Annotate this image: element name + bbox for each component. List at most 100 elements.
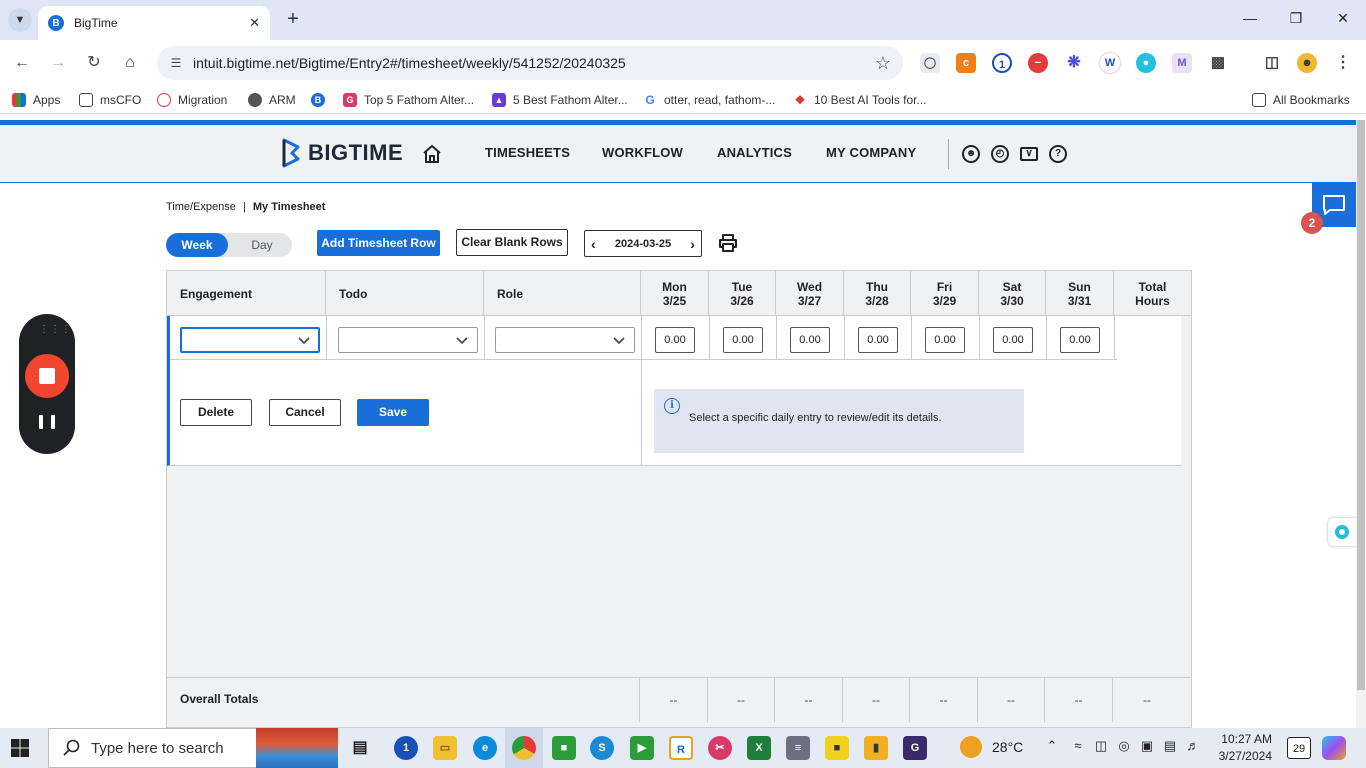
delete-button[interactable]: Delete <box>180 399 252 426</box>
snip-icon[interactable]: ✂ <box>708 736 732 760</box>
week-toggle-option[interactable]: Week <box>166 233 228 257</box>
bookmark-arm[interactable]: ARM <box>248 92 296 108</box>
bookmark-otter[interactable]: G otter, read, fathom-... <box>643 92 775 108</box>
taskbar-clock[interactable]: 10:27 AM 3/27/2024 <box>1210 731 1272 765</box>
file-explorer-icon[interactable]: ▭ <box>433 736 457 760</box>
shield-extension-icon[interactable]: ◯ <box>920 53 940 73</box>
teal-extension-icon[interactable]: ● <box>1136 53 1156 73</box>
orange-extension-icon[interactable]: c <box>956 53 976 73</box>
todo-select[interactable] <box>338 327 478 353</box>
password-manager-icon[interactable]: 1 <box>992 53 1012 73</box>
tab-search-chevron-icon[interactable]: ▼ <box>8 8 32 32</box>
home-icon[interactable]: ⌂ <box>119 52 141 74</box>
extensions-puzzle-icon[interactable]: ▩ <box>1208 53 1228 73</box>
m-extension-icon[interactable]: M <box>1172 53 1192 73</box>
side-panel-icon[interactable]: ◫ <box>1262 53 1282 73</box>
w-extension-icon[interactable]: W <box>1100 53 1120 73</box>
side-assistant-icon[interactable] <box>1328 518 1356 546</box>
nav-timesheets[interactable]: TIMESHEETS <box>485 145 570 160</box>
clock-icon[interactable]: ◴ <box>991 145 1009 163</box>
reload-icon[interactable]: ↻ <box>83 52 105 74</box>
bookmark-5best-fathom[interactable]: ▲ 5 Best Fathom Alter... <box>492 92 628 108</box>
skype-icon[interactable]: S <box>590 736 614 760</box>
hours-input-wed[interactable]: 0.00 <box>790 327 830 353</box>
previous-week-icon[interactable]: ‹ <box>591 236 596 252</box>
chrome-icon[interactable] <box>512 736 536 760</box>
tray-overflow-icon[interactable]: ⌃ <box>1042 738 1062 754</box>
back-icon[interactable]: ← <box>11 52 33 74</box>
breadcrumb-parent[interactable]: Time/Expense <box>166 201 236 213</box>
minimize-icon[interactable]: — <box>1240 10 1260 26</box>
week-start-date[interactable]: 2024-03-25 <box>615 238 671 250</box>
drag-handle-icon[interactable]: ⋮⋮⋮ <box>39 324 72 335</box>
browser-menu-icon[interactable]: ⋮ <box>1333 53 1353 73</box>
bigtime-logo[interactable]: BIGTIME <box>282 138 403 168</box>
gq-app-icon[interactable]: G <box>903 736 927 760</box>
bookmark-migration[interactable]: Migration <box>157 92 227 108</box>
close-tab-icon[interactable]: ✕ <box>249 15 260 31</box>
mail-icon[interactable]: ∨ <box>1020 147 1038 161</box>
all-bookmarks[interactable]: All Bookmarks <box>1252 92 1350 108</box>
role-select[interactable] <box>495 327 635 353</box>
engagement-select[interactable] <box>180 327 320 353</box>
address-bar[interactable]: ☰ intuit.bigtime.net/Bigtime/Entry2#/tim… <box>157 46 903 80</box>
calculator-icon[interactable]: ≡ <box>786 736 810 760</box>
power-bi-icon[interactable]: ▮ <box>864 736 888 760</box>
url-text[interactable]: intuit.bigtime.net/Bigtime/Entry2#/times… <box>193 55 875 71</box>
weather-widget[interactable]: 28°C <box>960 736 1023 758</box>
new-tab-icon[interactable]: + <box>282 8 304 31</box>
excel-icon[interactable]: X <box>747 736 771 760</box>
home-nav-icon[interactable] <box>422 144 442 164</box>
notification-center-icon[interactable]: 29 <box>1287 737 1311 759</box>
nav-my-company[interactable]: MY COMPANY <box>826 145 916 160</box>
hours-input-mon[interactable]: 0.00 <box>655 327 695 353</box>
notification-badge[interactable]: 2 <box>1301 212 1323 234</box>
help-icon[interactable]: ? <box>1049 145 1067 163</box>
pause-recording-icon[interactable] <box>39 415 55 433</box>
close-window-icon[interactable]: ✕ <box>1333 10 1353 27</box>
cancel-button[interactable]: Cancel <box>269 399 341 426</box>
clear-blank-rows-button[interactable]: Clear Blank Rows <box>456 229 568 256</box>
print-icon[interactable] <box>718 233 738 253</box>
hours-input-fri[interactable]: 0.00 <box>925 327 965 353</box>
display-icon[interactable]: ▣ <box>1137 738 1157 754</box>
password-manager-app-icon[interactable]: 1 <box>394 736 418 760</box>
bookmark-top5-fathom[interactable]: G Top 5 Fathom Alter... <box>343 92 474 108</box>
bookmark-10best-ai[interactable]: ❖ 10 Best AI Tools for... <box>793 92 927 108</box>
copilot-icon[interactable] <box>1322 736 1346 760</box>
bookmark-bigtime[interactable]: B <box>311 92 332 108</box>
bookmark-mscfo[interactable]: msCFO <box>79 92 141 108</box>
hours-input-tue[interactable]: 0.00 <box>723 327 763 353</box>
nav-analytics[interactable]: ANALYTICS <box>717 145 792 160</box>
windows-start-icon[interactable] <box>10 738 30 758</box>
next-week-icon[interactable]: › <box>690 236 695 252</box>
r-app-icon[interactable]: R <box>669 736 693 760</box>
meet-icon[interactable]: ▶ <box>630 736 654 760</box>
wifi-icon[interactable]: ≈ <box>1068 738 1088 753</box>
page-scrollbar[interactable] <box>1356 120 1366 728</box>
restore-icon[interactable]: ❐ <box>1286 10 1306 27</box>
profile-avatar[interactable]: ☻ <box>1297 53 1317 73</box>
volume-icon[interactable]: ♬ <box>1183 738 1203 753</box>
bookmark-apps[interactable]: Apps <box>12 92 60 108</box>
hours-input-sun[interactable]: 0.00 <box>1060 327 1100 353</box>
nav-workflow[interactable]: WORKFLOW <box>602 145 683 160</box>
forward-icon[interactable]: → <box>47 52 69 74</box>
edge-icon[interactable]: e <box>473 736 497 760</box>
user-profile-icon[interactable]: ☻ <box>962 145 980 163</box>
save-button[interactable]: Save <box>357 399 429 426</box>
chrome-profile-icon[interactable]: ■ <box>552 736 576 760</box>
scrollbar-thumb[interactable] <box>1357 120 1365 690</box>
task-view-icon[interactable]: ▤ <box>348 736 372 760</box>
red-extension-icon[interactable]: − <box>1028 53 1048 73</box>
snowflake-extension-icon[interactable]: ❋ <box>1064 53 1084 73</box>
browser-tab[interactable]: B BigTime ✕ <box>38 6 270 40</box>
site-info-icon[interactable]: ☰ <box>167 54 185 72</box>
hours-input-sat[interactable]: 0.00 <box>993 327 1033 353</box>
bookmark-star-icon[interactable]: ☆ <box>875 53 891 74</box>
network-icon[interactable]: ▤ <box>1160 738 1180 754</box>
stop-recording-button[interactable] <box>25 354 69 398</box>
meet-now-icon[interactable]: ◫ <box>1091 738 1111 754</box>
day-toggle-option[interactable]: Day <box>244 233 280 257</box>
microphone-icon[interactable]: ◎ <box>1114 738 1134 754</box>
